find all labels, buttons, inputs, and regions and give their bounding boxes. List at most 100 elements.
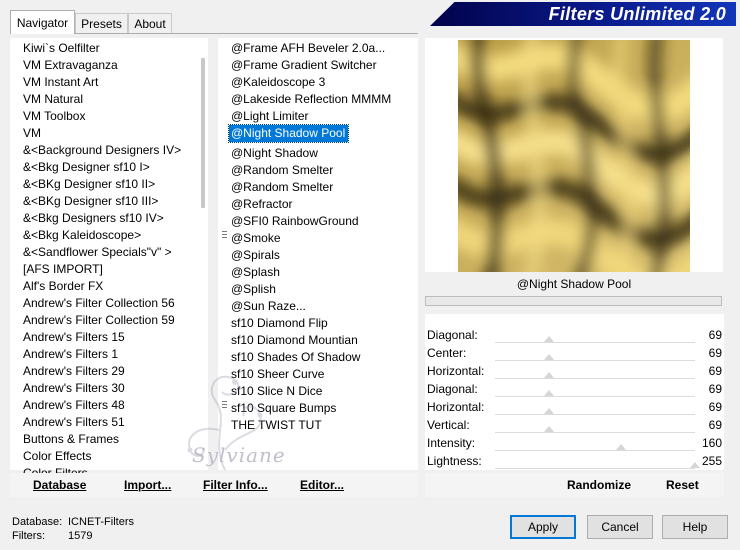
filter-item[interactable]: @SFI0 RainbowGround — [229, 213, 409, 230]
filters-label: Filters: — [12, 530, 45, 542]
parameter-row[interactable]: Lightness: 255 — [425, 452, 724, 470]
parameter-slider-track[interactable] — [495, 378, 695, 379]
parameter-row[interactable]: Vertical: 69 — [425, 416, 724, 434]
category-item[interactable]: &<Bkg Designer sf10 I> — [21, 159, 199, 176]
parameter-row[interactable]: Diagonal: 69 — [425, 380, 724, 398]
editor-button[interactable]: Editor... — [300, 478, 344, 492]
parameter-value: 69 — [708, 400, 722, 414]
parameter-slider-track[interactable] — [495, 468, 695, 469]
category-item[interactable]: Andrew's Filters 15 — [21, 329, 199, 346]
category-item[interactable]: VM Extravaganza — [21, 57, 199, 74]
category-item[interactable]: &<Bkg Kaleidoscope> — [21, 227, 199, 244]
apply-button[interactable]: Apply — [510, 515, 576, 539]
database-button[interactable]: Database — [33, 478, 86, 492]
parameter-label: Intensity: — [427, 436, 476, 450]
filter-item[interactable]: sf10 Diamond Mountian — [229, 332, 409, 349]
category-item[interactable]: &<BKg Designer sf10 III> — [21, 193, 199, 210]
parameter-slider-knob[interactable] — [690, 462, 700, 468]
category-item[interactable]: VM Toolbox — [21, 108, 199, 125]
filter-item[interactable]: @Frame Gradient Switcher — [229, 57, 409, 74]
filter-item[interactable]: @Spirals — [229, 247, 409, 264]
parameter-label: Horizontal: — [427, 364, 485, 378]
parameter-label: Vertical: — [427, 418, 470, 432]
parameter-label: Diagonal: — [427, 328, 478, 342]
preview-image — [458, 40, 690, 272]
parameter-slider-track[interactable] — [495, 414, 695, 415]
parameter-slider-knob[interactable] — [544, 372, 554, 378]
parameter-row[interactable]: Intensity: 160 — [425, 434, 724, 452]
randomize-button[interactable]: Randomize — [567, 478, 631, 492]
category-scroll-thumb[interactable] — [201, 58, 205, 208]
filter-item[interactable]: @Kaleidoscope 3 — [229, 74, 409, 91]
category-item[interactable]: Andrew's Filter Collection 59 — [21, 312, 199, 329]
parameter-slider-knob[interactable] — [544, 390, 554, 396]
filter-item[interactable]: @Lakeside Reflection MMMM — [229, 91, 409, 108]
tab-about[interactable]: About — [128, 13, 172, 33]
category-item[interactable]: &<Background Designers IV> — [21, 142, 199, 159]
watermark-text: Sylviane — [192, 443, 286, 467]
filter-item[interactable]: @Splash — [229, 264, 409, 281]
parameter-slider-knob[interactable] — [544, 408, 554, 414]
category-item[interactable]: VM Natural — [21, 91, 199, 108]
parameter-slider-track[interactable] — [495, 342, 695, 343]
import-button[interactable]: Import... — [124, 478, 171, 492]
reset-button[interactable]: Reset — [666, 478, 699, 492]
selected-filter-name: @Night Shadow Pool — [425, 272, 723, 296]
parameter-slider-track[interactable] — [495, 432, 695, 433]
tab-navigator[interactable]: Navigator — [10, 10, 75, 34]
parameter-label: Diagonal: — [427, 382, 478, 396]
category-item[interactable]: Andrew's Filter Collection 56 — [21, 295, 199, 312]
filter-item[interactable]: @Random Smelter — [229, 179, 409, 196]
parameter-value: 69 — [708, 382, 722, 396]
parameter-slider-track[interactable] — [495, 450, 695, 451]
category-item[interactable]: Alf's Border FX — [21, 278, 199, 295]
help-button[interactable]: Help — [662, 515, 728, 539]
filter-item[interactable]: sf10 Diamond Flip — [229, 315, 409, 332]
parameter-value: 160 — [701, 436, 722, 450]
category-item[interactable]: [AFS IMPORT] — [21, 261, 199, 278]
filter-item[interactable]: @Sun Raze... — [229, 298, 409, 315]
parameter-slider-knob[interactable] — [544, 336, 554, 342]
parameter-row[interactable]: Diagonal: 69 — [425, 326, 724, 344]
filter-item[interactable]: @Night Shadow Pool — [227, 124, 350, 143]
parameter-row[interactable]: Center: 69 — [425, 344, 724, 362]
parameter-slider-knob[interactable] — [616, 444, 626, 450]
category-item[interactable]: &<Sandflower Specials"v" > — [21, 244, 199, 261]
category-item[interactable]: &<Bkg Designers sf10 IV> — [21, 210, 199, 227]
category-item[interactable]: Kiwi`s Oelfilter — [21, 40, 199, 57]
filter-item[interactable]: @Smoke — [229, 230, 409, 247]
cancel-button[interactable]: Cancel — [587, 515, 653, 539]
filter-item[interactable]: @Light Limiter — [229, 108, 409, 125]
parameter-value: 69 — [708, 346, 722, 360]
progress-bar — [425, 296, 722, 306]
filter-item[interactable]: @Refractor — [229, 196, 409, 213]
filter-item[interactable]: @Frame AFH Beveler 2.0a... — [229, 40, 409, 57]
tab-presets[interactable]: Presets — [75, 13, 128, 33]
parameter-value: 255 — [701, 454, 722, 468]
filter-item[interactable]: @Random Smelter — [229, 162, 409, 179]
banner-title: Filters Unlimited 2.0 — [548, 4, 726, 24]
parameter-slider-track[interactable] — [495, 360, 695, 361]
filter-item[interactable]: @Night Shadow — [229, 145, 409, 162]
parameter-list: Diagonal: 69 Center: 69 Horizontal: 69 Diagona… — [425, 326, 724, 470]
category-item[interactable]: &<BKg Designer sf10 II> — [21, 176, 199, 193]
category-item[interactable]: VM Instant Art — [21, 74, 199, 91]
parameter-slider-track[interactable] — [495, 396, 695, 397]
parameter-slider-knob[interactable] — [544, 354, 554, 360]
filter-item[interactable]: @Splish — [229, 281, 409, 298]
database-value: ICNET-Filters — [68, 516, 134, 528]
preview-wave-art — [458, 40, 690, 272]
parameter-label: Center: — [427, 346, 467, 360]
parameter-value: 69 — [708, 328, 722, 342]
database-label: Database: — [12, 516, 63, 528]
parameter-label: Horizontal: — [427, 400, 485, 414]
parameter-slider-knob[interactable] — [544, 426, 554, 432]
parameter-label: Lightness: — [427, 454, 482, 468]
parameter-value: 69 — [708, 418, 722, 432]
filter-grip-icon — [222, 231, 227, 240]
category-item[interactable]: VM — [21, 125, 199, 142]
parameter-row[interactable]: Horizontal: 69 — [425, 398, 724, 416]
parameter-row[interactable]: Horizontal: 69 — [425, 362, 724, 380]
filter-info-button[interactable]: Filter Info... — [203, 478, 268, 492]
parameter-value: 69 — [708, 364, 722, 378]
